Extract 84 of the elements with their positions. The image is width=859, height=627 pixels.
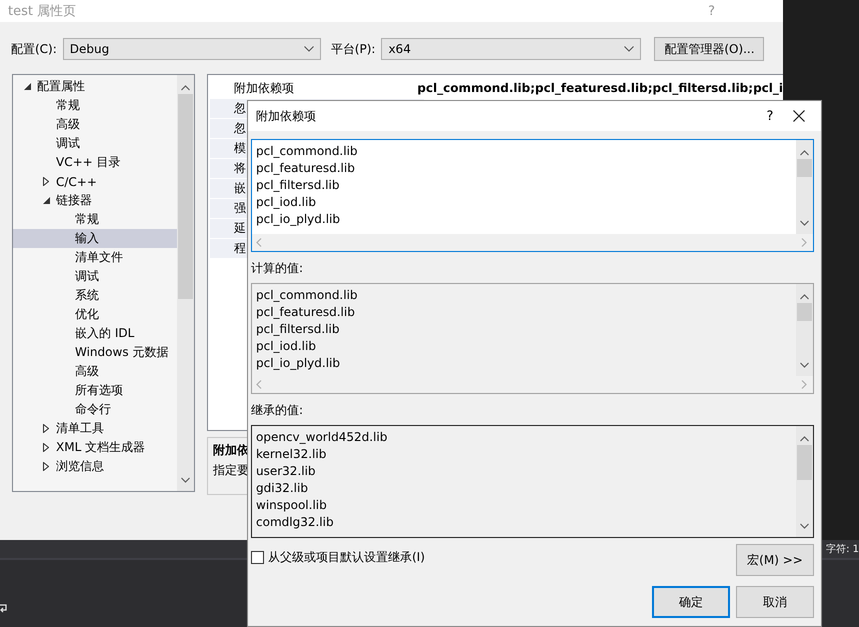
macros-button[interactable]: 宏(M) >> [736,544,814,576]
description-text: 指定要 [213,462,249,479]
config-dropdown[interactable]: Debug [62,38,321,60]
config-manager-button[interactable]: 配置管理器(O)... [654,37,764,61]
tree-item[interactable]: 清单文件 [13,248,177,267]
scroll-thumb[interactable] [797,303,812,321]
list-item: pcl_iod.lib [256,338,317,355]
scroll-down-icon[interactable] [800,220,809,226]
inherit-label[interactable]: 从父级或项目默认设置继承(I) [268,549,425,566]
vertical-scrollbar[interactable] [796,284,813,376]
scroll-down-icon[interactable] [800,362,809,368]
tree-item[interactable]: 输入 [13,229,177,248]
wrap-icon [0,603,8,613]
scroll-up-icon[interactable] [800,294,809,300]
list-item: pcl_io_plyd.lib [256,211,341,228]
list-item: pcl_commond.lib [256,143,359,160]
list-item: pcl_commond.lib [256,287,359,304]
tree-item[interactable]: 常规 [13,210,177,229]
scroll-up-icon[interactable] [800,150,809,156]
ok-button[interactable]: 确定 [652,586,730,618]
list-item: kernel32.lib [256,446,328,463]
collapsed-triangle-icon[interactable] [43,424,49,433]
scroll-thumb[interactable] [797,445,812,480]
list-item: pcl_iod.lib [256,194,317,211]
tree-item[interactable]: 高级 [13,362,177,381]
computed-values-list[interactable]: pcl_commond.lib pcl_featuresd.lib pcl_filtersd.lib pcl_iod.lib pcl_io_plyd.lib [251,283,814,394]
status-text: 字符: 1 [826,542,859,556]
inherited-label: 继承的值: [251,402,304,419]
tree-item[interactable]: 高级 [13,115,177,134]
list-item: user32.lib [256,463,317,480]
tree-scrollbar[interactable] [177,75,194,491]
tree-item[interactable]: 链接器 [13,191,177,210]
expanded-triangle-icon[interactable] [42,197,50,204]
window-title: test 属性页 [8,3,76,20]
collapsed-triangle-icon[interactable] [43,443,49,452]
list-item: pcl_io_plyd.lib [256,355,341,372]
dialog-title: 附加依赖项 [256,108,317,124]
config-label: 配置(C): [11,40,57,58]
tree-item[interactable]: 优化 [13,305,177,324]
scroll-up-icon[interactable] [181,85,190,91]
cancel-button[interactable]: 取消 [736,586,814,618]
tree-item[interactable]: 嵌入的 IDL [13,324,177,343]
tree-item[interactable]: 调试 [13,134,177,153]
inherited-values-list[interactable]: opencv_world452d.lib kernel32.lib user32.lib gdi32.lib winspool.lib comdlg32.lib [251,425,814,538]
tree-item[interactable]: 清单工具 [13,419,177,438]
expanded-triangle-icon[interactable] [24,83,30,90]
list-item: winspool.lib [256,497,328,514]
close-icon[interactable] [793,110,805,122]
tree-item[interactable]: C/C++ [13,172,177,191]
scroll-down-icon[interactable] [800,523,809,529]
vertical-scrollbar[interactable] [796,140,813,234]
tree-item[interactable]: 常规 [13,96,177,115]
tree-item[interactable]: 调试 [13,267,177,286]
collapsed-triangle-icon[interactable] [43,177,49,186]
tree-item[interactable]: 所有选项 [13,381,177,400]
scroll-thumb[interactable] [797,159,812,177]
help-button[interactable]: ? [755,108,785,124]
tree-item[interactable]: Windows 元数据 [13,343,177,362]
tree-item[interactable]: XML 文档生成器 [13,438,177,457]
tree-item[interactable]: 配置属性 [13,77,177,96]
list-item: pcl_filtersd.lib [256,177,340,194]
list-item: pcl_filtersd.lib [256,321,340,338]
platform-label: 平台(P): [330,40,376,58]
scroll-thumb[interactable] [178,94,193,299]
list-item: comdlg32.lib [256,514,335,531]
list-item: pcl_featuresd.lib [256,160,356,177]
tree-item[interactable]: VC++ 目录 [13,153,177,172]
scroll-down-icon[interactable] [181,477,190,483]
tree-item[interactable]: 命令行 [13,400,177,419]
caret-icon [624,46,634,52]
dependencies-edit-list[interactable]: pcl_commond.lib pcl_featuresd.lib pcl_filtersd.lib pcl_iod.lib pcl_io_plyd.lib [251,139,814,252]
list-item: pcl_featuresd.lib [256,304,356,321]
tree-item[interactable]: 系统 [13,286,177,305]
collapsed-triangle-icon[interactable] [43,462,49,471]
list-item: opencv_world452d.lib [256,429,388,446]
inherit-checkbox[interactable] [251,551,264,564]
vertical-scrollbar[interactable] [796,426,813,537]
scroll-up-icon[interactable] [800,436,809,442]
property-value[interactable]: pcl_commond.lib;pcl_featuresd.lib;pcl_filtersd.lib;pcl_i [392,81,783,95]
list-item: gdi32.lib [256,480,309,497]
caret-icon [304,46,314,52]
computed-label: 计算的值: [251,260,304,277]
platform-dropdown[interactable]: x64 [381,38,642,60]
tree-item[interactable]: 浏览信息 [13,457,177,476]
